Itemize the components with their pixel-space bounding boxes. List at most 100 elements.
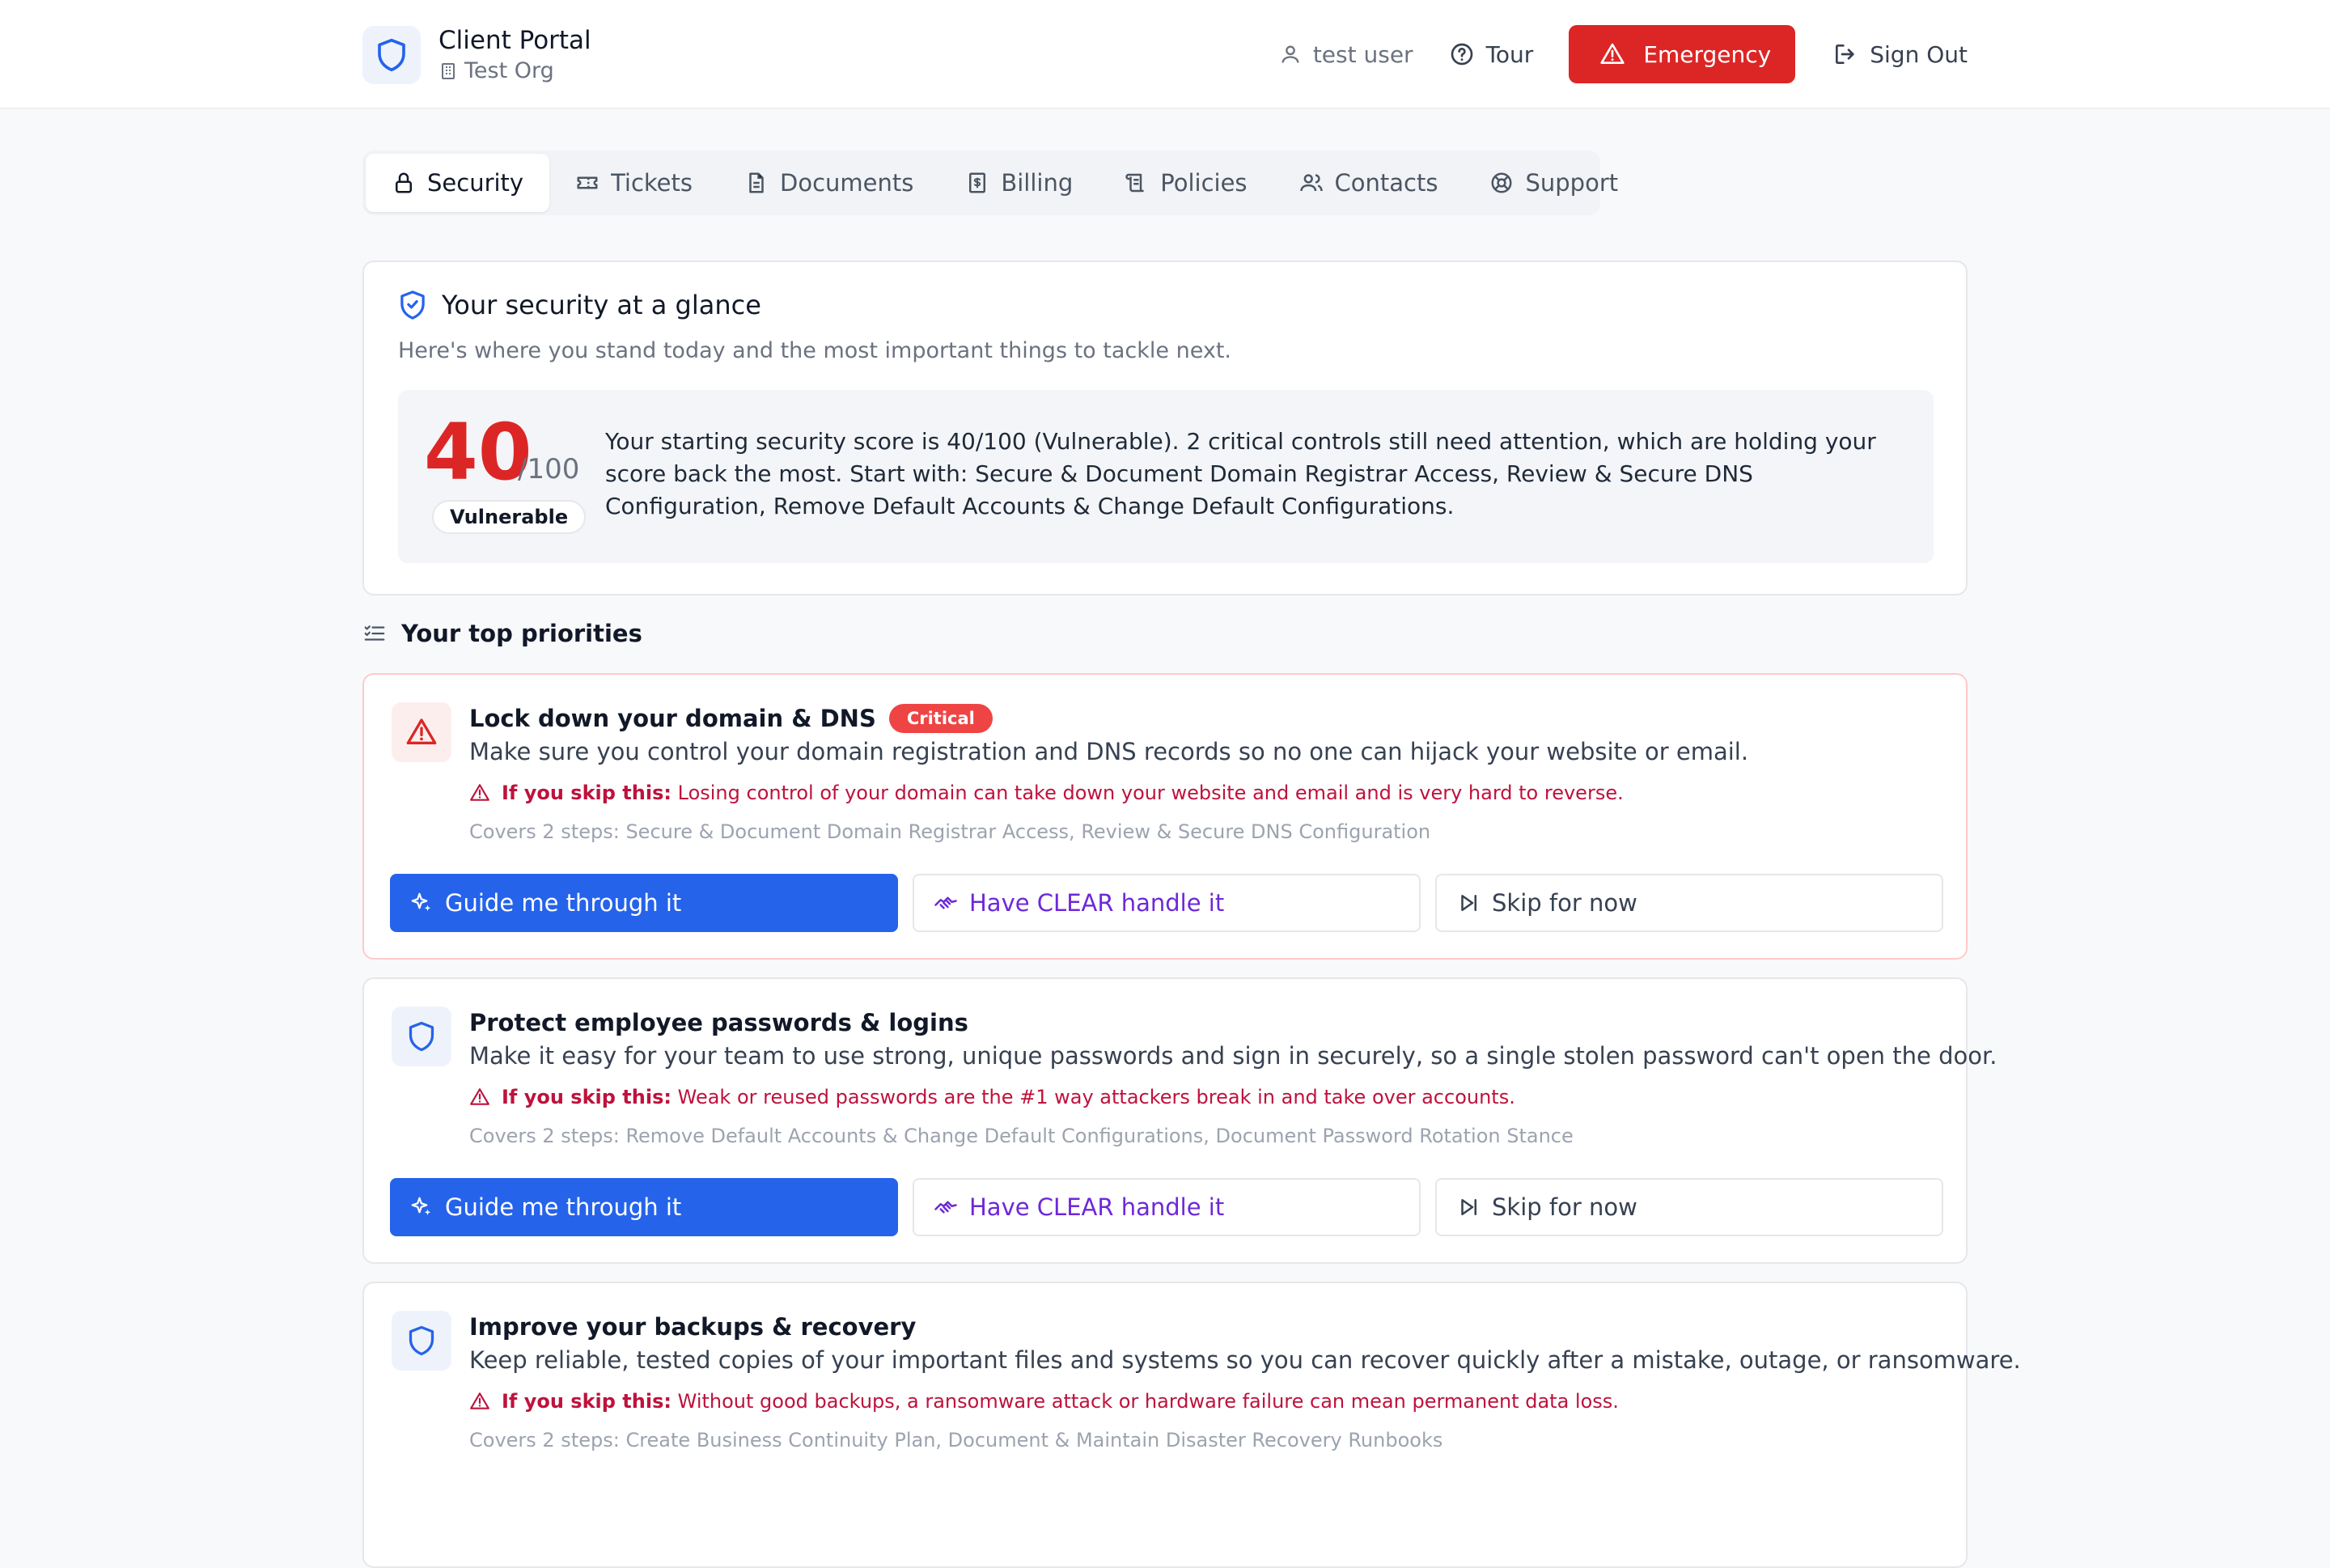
guide-me-button[interactable]: Guide me through it	[390, 1178, 898, 1236]
scroll-icon	[1125, 171, 1149, 195]
shield-icon	[392, 1006, 451, 1066]
warning-prefix: If you skip this:	[502, 782, 671, 804]
warning-icon	[469, 782, 490, 803]
priority-title: Protect employee passwords & logins	[469, 1005, 968, 1040]
skip-for-now-button[interactable]: Skip for now	[1435, 1178, 1943, 1236]
sparkles-icon	[409, 1195, 434, 1219]
glance-heading: Your security at a glance	[398, 290, 761, 320]
skip-for-now-label: Skip for now	[1492, 889, 1637, 917]
guide-me-label: Guide me through it	[445, 889, 682, 917]
priority-covers: Covers 2 steps: Secure & Document Domain…	[469, 820, 1431, 843]
priority-warning: If you skip this: Losing control of your…	[469, 782, 1624, 804]
building-icon	[438, 61, 458, 81]
priority-card: Protect employee passwords & logins Make…	[362, 977, 1997, 1264]
handshake-icon	[934, 891, 958, 915]
priority-covers: Covers 2 steps: Create Business Continui…	[469, 1429, 1443, 1451]
glance-subtitle: Here's where you stand today and the mos…	[398, 338, 1231, 363]
tour-label: Tour	[1485, 40, 1534, 68]
document-icon	[744, 171, 769, 195]
alert-triangle-icon	[392, 702, 451, 762]
status-badge: Vulnerable	[432, 500, 587, 534]
sign-out-icon	[1832, 41, 1858, 67]
sign-out-label: Sign Out	[1870, 40, 1968, 68]
priority-title-text: Lock down your domain & DNS	[469, 705, 876, 732]
priority-title: Improve your backups & recovery	[469, 1309, 916, 1345]
have-clear-handle-label: Have CLEAR handle it	[969, 889, 1225, 917]
brand[interactable]: Client Portal Test Org	[362, 24, 591, 86]
ticket-icon	[575, 171, 599, 195]
warning-icon	[469, 1391, 490, 1412]
skip-forward-icon	[1456, 1195, 1481, 1219]
lifebuoy-icon	[1489, 171, 1514, 195]
shield-check-icon	[398, 290, 427, 320]
handshake-icon	[934, 1195, 958, 1219]
priorities-heading: Your top priorities	[362, 620, 642, 647]
tab-tickets[interactable]: Tickets	[549, 154, 718, 212]
tab-label: Tickets	[611, 169, 693, 197]
score-summary: Your starting security score is 40/100 (…	[605, 428, 1876, 519]
priority-covers: Covers 2 steps: Remove Default Accounts …	[469, 1125, 1574, 1147]
priority-description: Make sure you control your domain regist…	[469, 738, 1749, 765]
sign-out-button[interactable]: Sign Out	[1832, 25, 1968, 83]
have-clear-handle-label: Have CLEAR handle it	[969, 1193, 1225, 1221]
shield-logo-icon	[362, 26, 421, 84]
tab-label: Billing	[1001, 169, 1074, 197]
receipt-icon	[965, 171, 989, 195]
priority-description: Make it easy for your team to use strong…	[469, 1042, 1997, 1070]
lock-icon	[392, 171, 416, 195]
warning-prefix: If you skip this:	[502, 1086, 671, 1108]
security-glance-card: Your security at a glance Here's where y…	[362, 261, 1968, 595]
tab-label: Policies	[1160, 169, 1248, 197]
priority-title-text: Improve your backups & recovery	[469, 1313, 917, 1341]
tab-policies[interactable]: Policies	[1099, 154, 1273, 212]
security-score: 40	[424, 407, 532, 498]
warning-icon	[469, 1087, 490, 1108]
tab-label: Documents	[780, 169, 914, 197]
tab-label: Security	[427, 169, 524, 197]
user-name: test user	[1312, 40, 1413, 68]
tab-label: Support	[1525, 169, 1619, 197]
skip-for-now-button[interactable]: Skip for now	[1435, 874, 1943, 932]
have-clear-handle-button[interactable]: Have CLEAR handle it	[913, 874, 1421, 932]
org-label: Test Org	[464, 58, 554, 83]
priority-card: Improve your backups & recovery Keep rel…	[362, 1282, 2021, 1568]
user-icon	[1279, 43, 1302, 66]
checklist-icon	[362, 621, 387, 646]
priority-warning: If you skip this: Weak or reused passwor…	[469, 1086, 1515, 1108]
have-clear-handle-button[interactable]: Have CLEAR handle it	[913, 1178, 1421, 1236]
warning-prefix: If you skip this:	[502, 1390, 671, 1413]
priority-description: Keep reliable, tested copies of your imp…	[469, 1346, 2021, 1374]
app-title: Client Portal	[438, 26, 591, 55]
tour-button[interactable]: Tour	[1449, 25, 1534, 83]
skip-for-now-label: Skip for now	[1492, 1193, 1637, 1221]
sparkles-icon	[409, 891, 434, 915]
shield-icon	[392, 1311, 451, 1371]
emergency-label: Emergency	[1643, 40, 1772, 68]
score-max: /100	[518, 453, 580, 485]
skip-forward-icon	[1456, 891, 1481, 915]
tab-security[interactable]: Security	[366, 154, 550, 212]
tab-contacts[interactable]: Contacts	[1273, 154, 1464, 212]
help-circle-icon	[1449, 41, 1475, 67]
guide-me-button[interactable]: Guide me through it	[390, 874, 898, 932]
tab-billing[interactable]: Billing	[939, 154, 1099, 212]
tab-support[interactable]: Support	[1464, 154, 1644, 212]
emergency-button[interactable]: Emergency	[1569, 25, 1796, 83]
glance-title: Your security at a glance	[442, 290, 761, 320]
warning-text: Without good backups, a ransomware attac…	[677, 1390, 1619, 1413]
tab-label: Contacts	[1334, 169, 1438, 197]
critical-badge: Critical	[888, 704, 993, 733]
warning-text: Losing control of your domain can take d…	[677, 782, 1624, 804]
warning-text: Weak or reused passwords are the #1 way …	[677, 1086, 1515, 1108]
top-bar: Client Portal Test Org test user Tour Em…	[0, 0, 2330, 109]
score-panel: 40 /100 Vulnerable Your starting securit…	[398, 390, 1934, 563]
alert-triangle-icon	[1599, 41, 1625, 67]
org-name: Test Org	[438, 57, 591, 86]
priority-warning: If you skip this: Without good backups, …	[469, 1390, 1619, 1413]
priority-card: Lock down your domain & DNS Critical Mak…	[362, 673, 1968, 960]
main-tabs: Security Tickets Documents Billing Polic…	[362, 150, 1618, 215]
user-menu[interactable]: test user	[1279, 25, 1413, 83]
priorities-title: Your top priorities	[401, 620, 642, 647]
guide-me-label: Guide me through it	[445, 1193, 682, 1221]
tab-documents[interactable]: Documents	[718, 154, 939, 212]
